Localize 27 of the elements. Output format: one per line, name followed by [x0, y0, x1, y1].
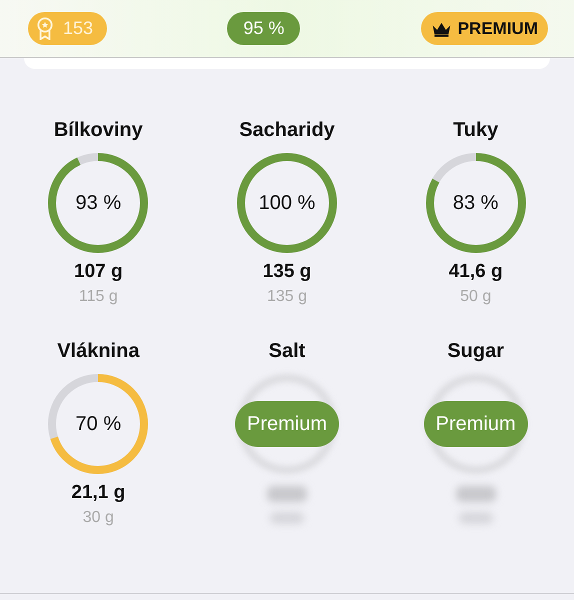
nutrient-name: Salt — [268, 340, 306, 363]
intake-value: 41,6 g — [448, 261, 503, 283]
nutrient-name: Bílkoviny — [54, 119, 143, 142]
intake-value: 107 g — [74, 261, 123, 283]
blurred-value — [456, 486, 496, 502]
percent-label: 70 % — [76, 412, 122, 436]
blurred-value — [266, 486, 307, 502]
nutrient-name: Vláknina — [57, 340, 140, 363]
nutrient-name: Sugar — [447, 340, 504, 363]
percent-label: 83 % — [452, 192, 498, 214]
premium-button[interactable]: Premium — [234, 401, 339, 447]
crown-icon — [430, 20, 452, 36]
target-value: 115 g — [78, 288, 118, 306]
award-icon — [36, 17, 54, 40]
nutrient-name: Tuky — [453, 119, 498, 142]
target-value: 135 g — [266, 288, 308, 306]
percent-label: 93 % — [76, 192, 122, 214]
target-value: 50 g — [460, 288, 492, 306]
premium-button[interactable]: PREMIUM — [420, 12, 548, 45]
intake-value: 21,1 g — [71, 482, 126, 504]
percent-label: 100 % — [258, 192, 316, 214]
intake-value: 135 g — [262, 261, 312, 283]
nutrient-name: Sacharidy — [239, 119, 335, 142]
target-value: 30 g — [82, 509, 114, 527]
points-count: 153 — [63, 18, 94, 39]
premium-button[interactable]: Premium — [424, 401, 528, 447]
score-badge: 95 % — [227, 12, 300, 45]
